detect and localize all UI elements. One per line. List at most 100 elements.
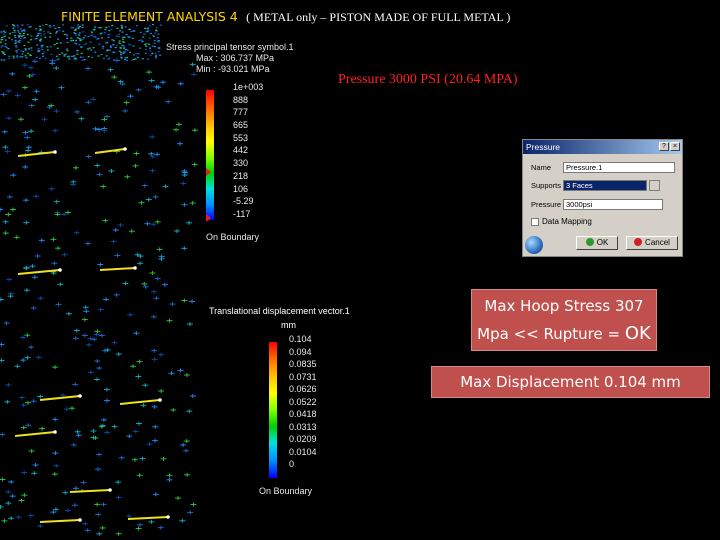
mesh-mark xyxy=(75,34,78,36)
mesh-mark xyxy=(66,50,69,52)
mesh-mark xyxy=(120,56,123,58)
mesh-mark xyxy=(61,252,68,257)
mesh-mark xyxy=(41,117,48,122)
mesh-mark xyxy=(150,289,157,294)
ok-button[interactable]: OK xyxy=(576,236,618,250)
dialog-titlebar[interactable]: Pressure ? × xyxy=(523,140,682,154)
mesh-mark xyxy=(158,388,165,393)
mesh-mark xyxy=(70,26,73,28)
stress-arrow-tip xyxy=(123,147,127,151)
stress-arrow xyxy=(39,395,81,401)
mesh-mark xyxy=(156,37,159,39)
tick-label: 0.0209 xyxy=(289,434,317,444)
stress-arrow-tip xyxy=(108,488,112,492)
mesh-mark xyxy=(22,34,25,36)
mesh-mark xyxy=(137,261,144,266)
stress-marker-lower xyxy=(206,214,211,222)
mesh-mark xyxy=(151,404,158,409)
data-mapping-checkbox[interactable] xyxy=(531,217,539,226)
mesh-mark xyxy=(161,282,168,287)
close-button[interactable]: × xyxy=(670,142,680,151)
mesh-mark xyxy=(112,44,115,46)
mesh-mark xyxy=(71,55,74,57)
mesh-mark xyxy=(13,31,16,33)
mesh-mark xyxy=(146,28,149,30)
mesh-mark xyxy=(128,36,131,38)
mesh-mark xyxy=(149,25,152,27)
mesh-mark xyxy=(104,398,111,403)
mesh-mark xyxy=(3,36,6,38)
mesh-mark xyxy=(135,25,138,27)
help-button[interactable]: ? xyxy=(659,142,669,151)
mesh-mark xyxy=(148,43,151,45)
supports-picker-button[interactable] xyxy=(649,180,660,191)
pressure-field[interactable]: 3000psi xyxy=(563,199,663,210)
mesh-mark xyxy=(83,59,86,61)
mesh-mark xyxy=(21,30,24,32)
mesh-mark xyxy=(58,27,61,29)
mesh-mark xyxy=(23,36,26,39)
mesh-mark xyxy=(175,496,182,501)
mesh-mark xyxy=(32,97,39,102)
mesh-mark xyxy=(15,515,22,520)
mesh-mark xyxy=(31,59,38,64)
mesh-mark xyxy=(156,40,159,42)
mesh-mark xyxy=(72,39,75,42)
mesh-mark xyxy=(11,24,14,26)
mesh-mark xyxy=(73,32,76,34)
mesh-mark xyxy=(83,309,90,314)
supports-field[interactable]: 3 Faces xyxy=(563,180,647,191)
mesh-mark xyxy=(79,56,82,58)
stress-arrow xyxy=(127,516,169,520)
mesh-mark xyxy=(94,467,101,472)
mesh-mark xyxy=(157,525,164,530)
mesh-mark xyxy=(25,148,32,153)
mesh-mark xyxy=(23,198,30,203)
mesh-mark xyxy=(127,94,134,99)
mesh-mark xyxy=(70,40,73,42)
mesh-mark xyxy=(66,37,69,40)
mesh-mark xyxy=(144,27,147,29)
mesh-mark xyxy=(189,299,196,304)
mesh-mark xyxy=(148,78,155,83)
mesh-mark xyxy=(33,194,40,199)
name-field[interactable]: Pressure.1 xyxy=(563,162,675,173)
mesh-mark xyxy=(62,30,65,32)
tick-label: 0.094 xyxy=(289,346,312,357)
mesh-mark xyxy=(56,47,59,49)
mesh-mark xyxy=(142,383,149,388)
mesh-mark xyxy=(8,57,11,60)
mesh-mark xyxy=(149,32,152,35)
mesh-mark xyxy=(100,37,103,39)
mesh-mark xyxy=(27,52,30,54)
mesh-mark xyxy=(1,518,8,523)
globe-icon xyxy=(525,236,543,254)
mesh-mark xyxy=(68,55,71,57)
mesh-mark xyxy=(96,531,103,536)
cancel-icon xyxy=(634,238,643,246)
mesh-mark xyxy=(155,26,158,29)
mesh-mark xyxy=(169,302,176,307)
mesh-mark xyxy=(181,202,188,207)
mesh-mark xyxy=(8,516,15,521)
mesh-mark xyxy=(38,50,41,52)
pressure-heading: Pressure 3000 PSI (20.64 MPA) xyxy=(338,72,518,87)
mesh-mark xyxy=(98,333,105,338)
mesh-mark xyxy=(127,312,134,317)
stress-arrow xyxy=(119,399,161,405)
mesh-mark xyxy=(63,407,70,412)
mesh-mark xyxy=(133,331,140,336)
displacement-legend-unit: mm xyxy=(281,320,296,330)
stress-arrow-tip xyxy=(133,266,137,270)
mesh-mark xyxy=(92,126,99,131)
mesh-mark xyxy=(74,58,77,60)
mesh-mark xyxy=(85,342,92,347)
mesh-mark xyxy=(154,152,161,157)
mesh-mark xyxy=(122,38,125,40)
mesh-mark xyxy=(6,277,13,282)
fe-mesh-plot xyxy=(0,24,198,536)
mesh-mark xyxy=(29,54,32,57)
cancel-button[interactable]: Cancel xyxy=(626,236,678,250)
mesh-mark xyxy=(21,24,24,26)
mesh-mark xyxy=(23,29,26,31)
